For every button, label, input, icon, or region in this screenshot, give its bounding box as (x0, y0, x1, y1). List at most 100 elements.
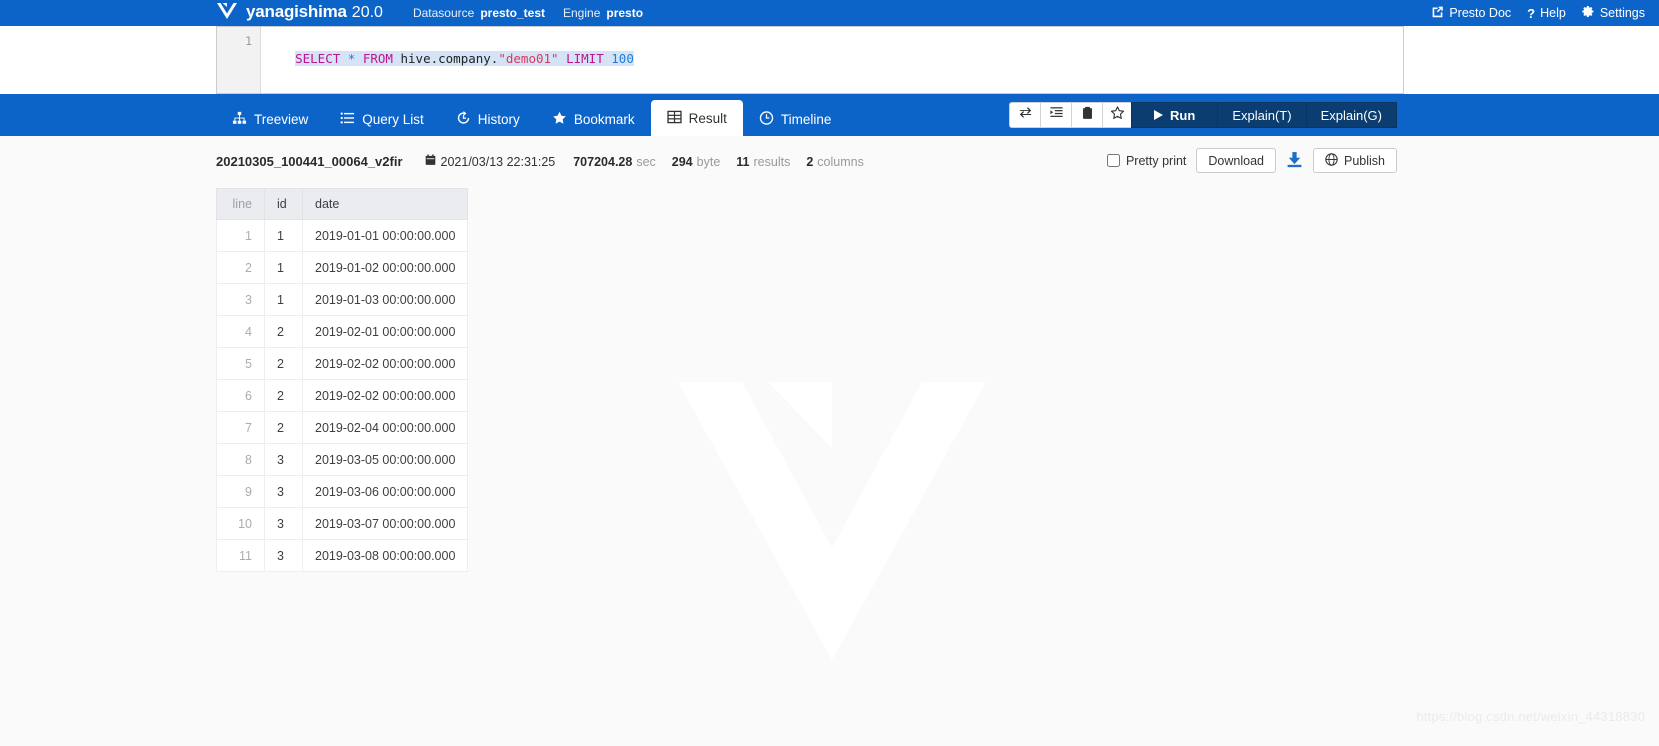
run-button-group: Run Explain(T) Explain(G) (1131, 102, 1397, 128)
calendar-icon (425, 154, 436, 169)
question-mark-icon: ? (1527, 5, 1536, 21)
table-row[interactable]: 5 2 2019-02-02 00:00:00.000 (216, 347, 469, 380)
tab-list: Treeview Query List History Bookmark Res… (216, 98, 847, 136)
cell-id: 2 (264, 315, 303, 348)
brand[interactable]: yanagishima 20.0 (216, 2, 383, 25)
nav-settings[interactable]: Settings (1582, 5, 1645, 21)
pretty-print-checkbox[interactable] (1106, 154, 1120, 167)
result-timestamp: 2021/03/13 22:31:25 (440, 155, 556, 169)
engine-value[interactable]: presto (606, 6, 643, 20)
cell-line: 4 (216, 315, 265, 348)
table-row[interactable]: 4 2 2019-02-01 00:00:00.000 (216, 315, 469, 348)
clipboard-icon-button[interactable] (1071, 102, 1102, 128)
cell-line: 2 (216, 251, 265, 284)
cell-date: 2019-03-06 00:00:00.000 (301, 475, 469, 508)
line-number: 1 (245, 34, 252, 48)
publish-button-label: Publish (1344, 153, 1385, 168)
column-header-id[interactable]: id (264, 188, 303, 220)
table-row[interactable]: 7 2 2019-02-04 00:00:00.000 (216, 411, 469, 444)
table-row[interactable]: 9 3 2019-03-06 00:00:00.000 (216, 475, 469, 508)
watermark-url: https://blog.csdn.net/weixin_44318830 (1416, 709, 1645, 724)
nav-settings-label: Settings (1599, 6, 1645, 20)
tab-strip: Treeview Query List History Bookmark Res… (0, 94, 1659, 136)
table-row[interactable]: 10 3 2019-03-07 00:00:00.000 (216, 507, 469, 540)
columns-unit: columns (817, 155, 864, 169)
swap-icon (1018, 106, 1033, 124)
rows-unit: results (753, 155, 791, 169)
datasource-value[interactable]: presto_test (480, 6, 545, 20)
columns-value: 2 (806, 155, 814, 169)
tab-timeline[interactable]: Timeline (743, 102, 848, 136)
sql-editor[interactable]: 1 SELECT * FROM hive.company."demo01" LI… (216, 26, 1404, 94)
download-button-label: Download (1208, 153, 1264, 168)
pretty-print-toggle[interactable]: Pretty print (1106, 153, 1187, 168)
download-icon-button[interactable] (1286, 151, 1303, 171)
sql-token-limit: LIMIT (566, 51, 604, 66)
table-row[interactable]: 2 1 2019-01-02 00:00:00.000 (216, 251, 469, 284)
sql-query-text[interactable]: SELECT * FROM hive.company."demo01" LIMI… (295, 51, 634, 66)
cell-id: 1 (264, 219, 303, 252)
explain-g-button[interactable]: Explain(G) (1305, 102, 1397, 128)
cell-date: 2019-01-01 00:00:00.000 (301, 219, 469, 252)
table-row[interactable]: 6 2 2019-02-02 00:00:00.000 (216, 379, 469, 412)
column-header-date[interactable]: date (301, 188, 469, 220)
sql-token-limit-value: 100 (611, 51, 634, 66)
publish-button[interactable]: Publish (1313, 148, 1397, 173)
table-grid-icon (666, 110, 682, 127)
nav-help[interactable]: ? Help (1527, 6, 1566, 21)
result-table-head: line id date (216, 188, 469, 220)
sql-token-table-name: "demo01" (498, 51, 559, 66)
result-table-body: 1 1 2019-01-01 00:00:00.000 2 1 2019-01-02 00… (216, 219, 469, 572)
download-button[interactable]: Download (1196, 148, 1276, 173)
cell-line: 8 (216, 443, 265, 476)
sql-space-2 (355, 51, 363, 66)
cell-line: 11 (216, 539, 265, 572)
cell-date: 2019-03-07 00:00:00.000 (301, 507, 469, 540)
cell-date: 2019-02-02 00:00:00.000 (301, 347, 469, 380)
size-unit: byte (696, 155, 721, 169)
tab-timeline-label: Timeline (780, 111, 832, 127)
nav-presto-doc[interactable]: Presto Doc (1431, 5, 1511, 21)
table-row[interactable]: 3 1 2019-01-03 00:00:00.000 (216, 283, 469, 316)
tab-treeview[interactable]: Treeview (216, 102, 324, 136)
tab-query-list-label: Query List (362, 111, 424, 127)
cell-id: 1 (264, 283, 303, 316)
result-action-bar: Pretty print Download Publish (1106, 148, 1397, 173)
engine-label: Engine (563, 6, 601, 20)
cell-line: 1 (216, 219, 265, 252)
tab-treeview-label: Treeview (254, 111, 309, 127)
pretty-print-label: Pretty print (1125, 153, 1187, 168)
run-button[interactable]: Run (1131, 102, 1218, 128)
explain-t-button[interactable]: Explain(T) (1217, 102, 1306, 128)
tab-bookmark-label: Bookmark (573, 111, 635, 127)
tab-query-list[interactable]: Query List (324, 102, 440, 136)
table-row[interactable]: 8 3 2019-03-05 00:00:00.000 (216, 443, 469, 476)
tab-history[interactable]: History (440, 102, 536, 136)
column-header-line[interactable]: line (216, 188, 265, 220)
table-row[interactable]: 11 3 2019-03-08 00:00:00.000 (216, 539, 469, 572)
format-indent-icon-button[interactable] (1040, 102, 1071, 128)
gear-icon (1582, 5, 1595, 21)
nav-help-label: Help (1540, 6, 1566, 20)
brand-name: yanagishima (246, 1, 347, 21)
tab-bookmark[interactable]: Bookmark (536, 102, 651, 136)
sql-space-1 (340, 51, 348, 66)
format-indent-icon (1049, 106, 1064, 124)
cell-id: 3 (264, 539, 303, 572)
run-button-label: Run (1170, 107, 1196, 123)
tab-result[interactable]: Result (650, 100, 743, 136)
sitemap-icon (232, 111, 247, 128)
table-row[interactable]: 1 1 2019-01-01 00:00:00.000 (216, 219, 469, 252)
top-header-bar: yanagishima 20.0 Datasource presto_test … (0, 0, 1659, 26)
cell-line: 7 (216, 411, 265, 444)
cell-id: 3 (264, 443, 303, 476)
star-outline-icon-button[interactable] (1102, 102, 1133, 128)
history-clock-icon (456, 110, 471, 128)
star-icon (552, 111, 567, 128)
editor-code-area[interactable]: SELECT * FROM hive.company."demo01" LIMI… (261, 27, 1403, 93)
explain-t-label: Explain(T) (1232, 107, 1292, 123)
cell-id: 3 (264, 475, 303, 508)
elapsed-value: 707204.28 (573, 155, 633, 169)
swap-icon-button[interactable] (1009, 102, 1040, 128)
cell-date: 2019-01-03 00:00:00.000 (301, 283, 469, 316)
